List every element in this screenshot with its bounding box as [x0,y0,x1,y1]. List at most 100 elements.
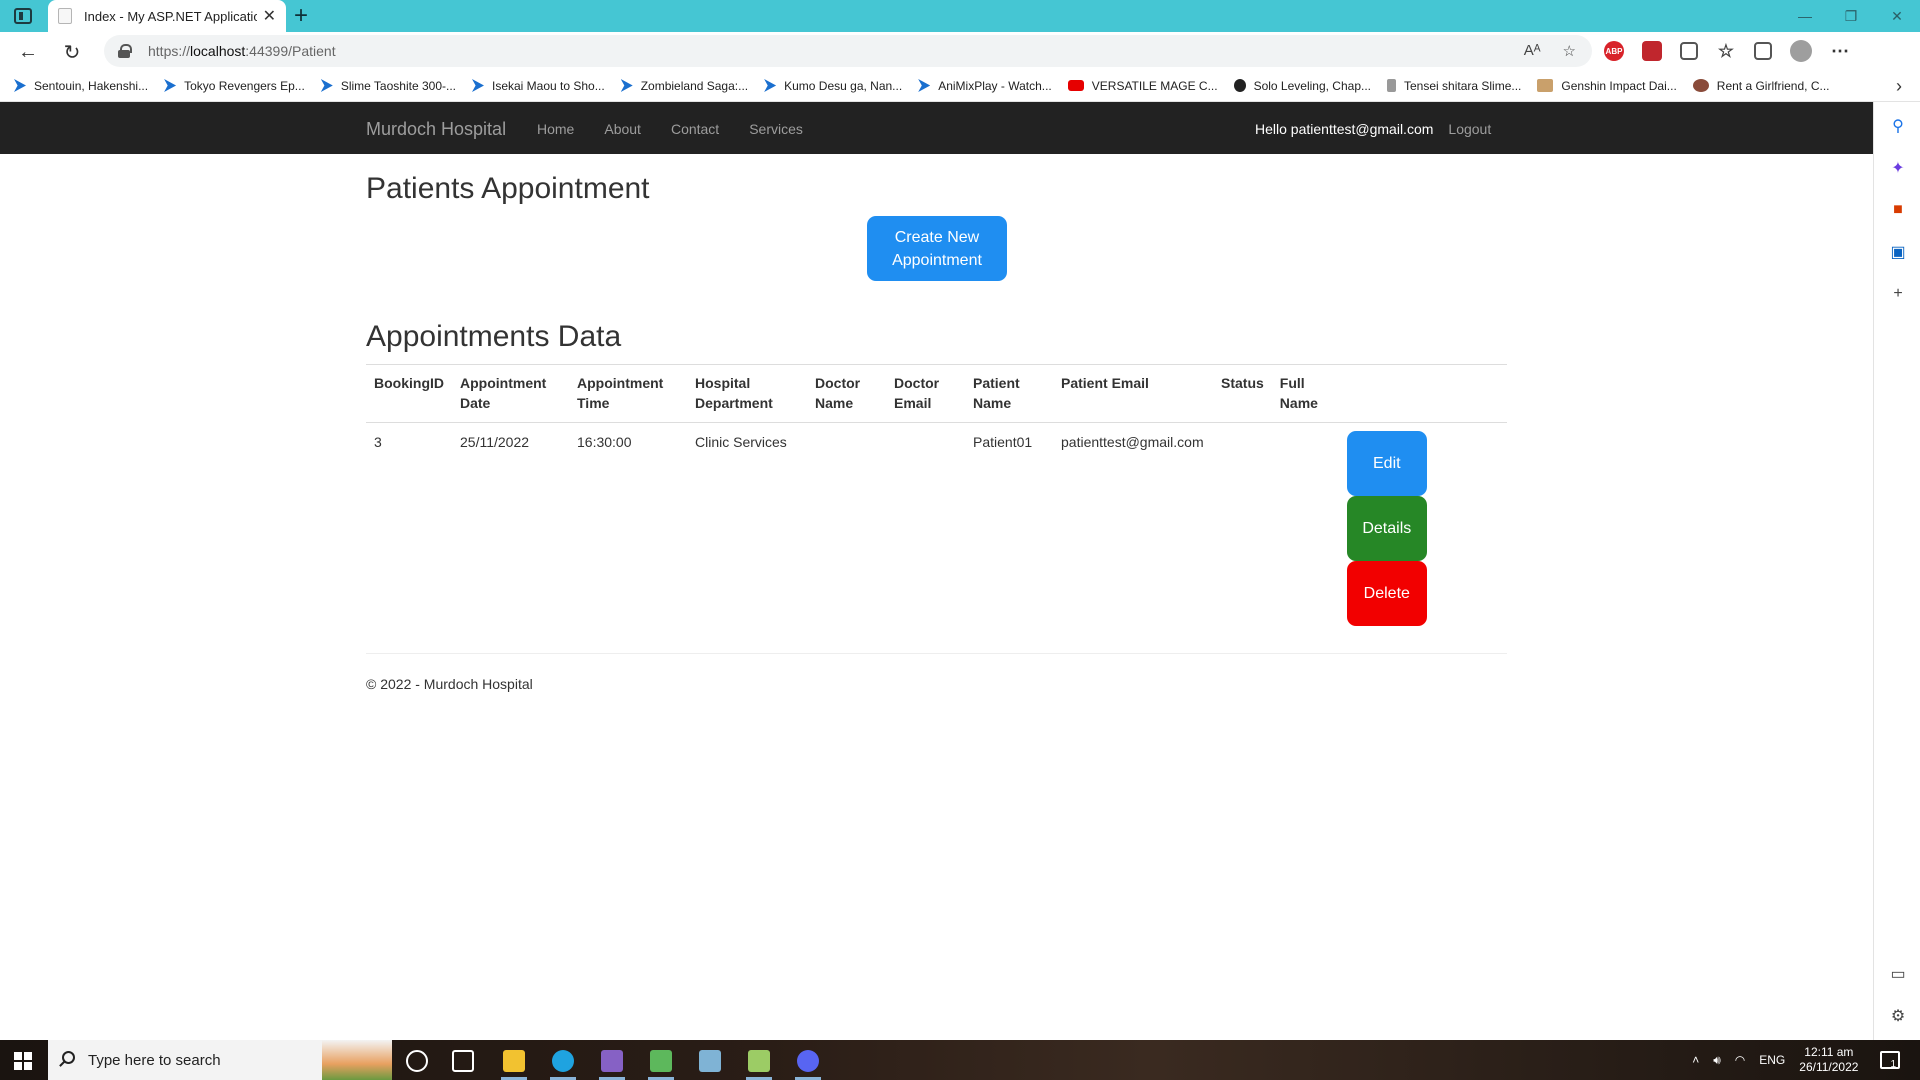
profile-avatar-icon[interactable] [1790,40,1812,62]
read-aloud-icon[interactable]: Aᴬ [1524,42,1541,60]
favorites-icon[interactable]: ☆ [1716,41,1736,61]
bookmarks-bar: Sentouin, Hakenshi... Tokyo Revengers Ep… [0,70,1920,102]
system-tray: ˄ 🔊︎ ◠ ENG 12:11 am 26/11/2022 1 [1692,1040,1920,1080]
site-navbar: Murdoch Hospital Home About Contact Serv… [0,102,1873,154]
details-button[interactable]: Details [1346,496,1427,561]
image-icon [1692,79,1709,92]
windows-start-icon[interactable] [14,1052,32,1070]
wifi-icon[interactable]: ◠ [1735,1053,1745,1067]
bookmark-item[interactable]: Kumo Desu ga, Nan... [764,79,902,93]
refresh-icon[interactable]: ↻ [58,38,86,66]
bookmark-item[interactable]: Zombieland Saga:... [620,79,748,93]
page-favicon-icon [58,8,72,24]
notes-icon[interactable] [748,1050,770,1072]
delete-button[interactable]: Delete [1346,561,1427,626]
nav-contact[interactable]: Contact [671,121,719,137]
clock-time: 12:11 am [1804,1045,1854,1059]
logout-link[interactable]: Logout [1448,121,1491,137]
url-text[interactable]: https://localhost:44399/Patient [148,43,336,59]
column-header: Doctor Email [886,364,965,423]
tab-actions-icon[interactable] [14,8,32,24]
minimize-icon[interactable]: — [1782,0,1828,32]
cell-status [1213,423,1272,636]
bookmark-item[interactable]: Isekai Maou to Sho... [471,79,605,93]
play-icon [164,79,177,92]
image-icon [1537,79,1554,92]
bookmark-item[interactable]: Solo Leveling, Chap... [1233,79,1371,93]
site-brand-link[interactable]: Murdoch Hospital [366,119,506,140]
adblock-icon[interactable]: ABP [1604,41,1624,61]
column-header: Appointment Time [569,364,687,423]
search-icon[interactable]: ⚲ [1888,116,1908,136]
tab-close-icon[interactable]: ✕ [263,6,276,26]
extensions: ABP ☆ ⋯ [1604,40,1850,62]
play-icon [764,79,777,92]
user-greeting-link[interactable]: Hello patienttest@gmail.com [1255,121,1433,137]
office-icon[interactable]: ■ [1888,200,1908,220]
address-bar-icons: Aᴬ ☆ [1524,42,1576,60]
bookmark-item[interactable]: Slime Taoshite 300-... [320,79,456,93]
address-bar[interactable]: https://localhost:44399/Patient Aᴬ ☆ [104,35,1592,67]
new-tab-button[interactable]: + [294,2,308,30]
chevron-up-icon[interactable]: ˄ [1692,1053,1699,1067]
tab-title: Index - My ASP.NET Application [84,8,257,24]
taskbar-search[interactable]: Type here to search [48,1040,392,1080]
nav-about[interactable]: About [604,121,641,137]
restore-icon[interactable]: ❐ [1828,0,1874,32]
bookmark-item[interactable]: Tokyo Revengers Ep... [164,79,305,93]
discord-icon[interactable] [797,1050,819,1072]
nav-services[interactable]: Services [749,121,803,137]
footer-copyright: © 2022 - Murdoch Hospital [366,676,533,692]
footer-divider [366,653,1507,654]
close-window-icon[interactable]: ✕ [1874,0,1920,32]
row-actions: Edit Details Delete [1339,423,1507,636]
column-header: Status [1213,364,1272,423]
bookmark-item[interactable]: Rent a Girlfriend, C... [1692,79,1830,93]
bookmark-item[interactable]: AniMixPlay - Watch... [918,79,1052,93]
edge-icon[interactable] [552,1050,574,1072]
gear-icon[interactable]: ⚙ [1888,1006,1908,1026]
visual-studio-icon[interactable] [601,1050,623,1072]
clock[interactable]: 12:11 am 26/11/2022 [1799,1045,1858,1075]
column-header: Appointment Date [452,364,569,423]
sparkle-icon[interactable]: ✦ [1888,158,1908,178]
bookmark-item[interactable]: VERSATILE MAGE C... [1067,79,1218,93]
add-icon[interactable]: + [1888,284,1908,304]
outlook-icon[interactable]: ▣ [1888,242,1908,262]
cell-doctor-name [807,423,886,636]
notepad-icon[interactable] [699,1050,721,1072]
collections-icon[interactable] [1754,42,1772,60]
column-header: BookingID [366,364,452,423]
nav-home[interactable]: Home [537,121,574,137]
lock-icon[interactable] [118,44,132,58]
volume-icon[interactable]: 🔊︎ [1713,1053,1721,1068]
youtube-icon [1067,80,1084,91]
extension-red-icon[interactable] [1642,41,1662,61]
taskbar-search-placeholder: Type here to search [88,1052,221,1069]
bookmark-item[interactable]: Genshin Impact Dai... [1537,79,1677,93]
back-arrow-icon[interactable]: ← [14,38,42,66]
file-explorer-icon[interactable] [503,1050,525,1072]
bookmark-item[interactable]: Tensei shitara Slime... [1387,79,1521,93]
favorite-star-icon[interactable]: ☆ [1563,42,1576,60]
play-icon [918,79,931,92]
bookmark-item[interactable]: Sentouin, Hakenshi... [14,79,148,93]
sidebar-layout-icon[interactable]: ▭ [1888,964,1908,984]
create-appointment-button[interactable]: Create New Appointment [867,216,1007,281]
nav-links: Home About Contact Services [537,121,833,137]
cell-appointment-date: 25/11/2022 [460,434,530,450]
column-header: Hospital Department [687,364,807,423]
cortana-icon[interactable] [406,1050,428,1072]
more-options-icon[interactable]: ⋯ [1830,41,1850,61]
column-header: Patient Name [965,364,1053,423]
chevron-right-icon[interactable]: › [1896,76,1902,97]
play-icon [620,79,633,92]
browser-tab[interactable]: Index - My ASP.NET Application ✕ [48,0,286,32]
excel-icon[interactable] [650,1050,672,1072]
language-indicator[interactable]: ENG [1759,1053,1785,1067]
task-view-icon[interactable] [452,1050,474,1072]
puzzle-extensions-icon[interactable] [1680,42,1698,60]
edit-button[interactable]: Edit [1346,431,1427,496]
table-header-row: BookingID Appointment Date Appointment T… [366,364,1507,423]
page-title: Patients Appointment [366,172,650,205]
